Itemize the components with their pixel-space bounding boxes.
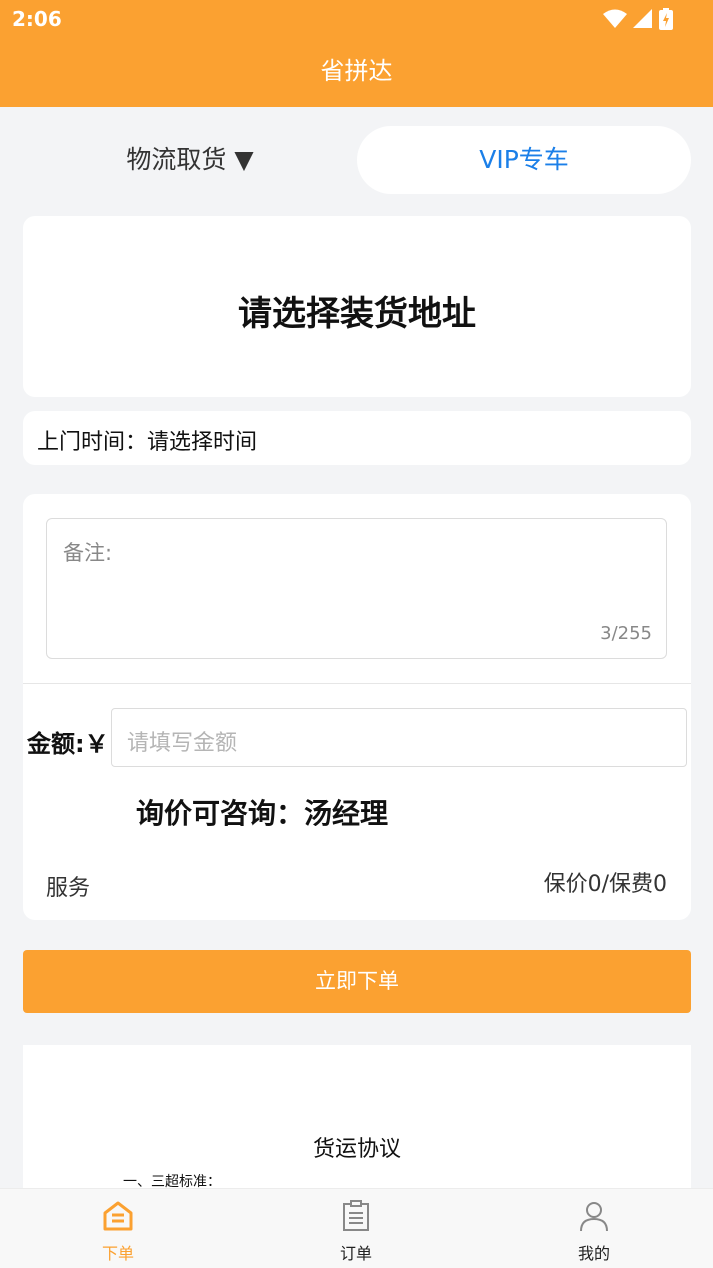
bottom-nav: 下单 订单 我的: [0, 1188, 713, 1268]
address-card[interactable]: 请选择装货地址: [23, 216, 691, 397]
nav-label-order: 下单: [101, 1244, 134, 1263]
amount-input[interactable]: 请填写金额: [111, 708, 687, 767]
status-time: 2:06: [12, 7, 62, 31]
nav-label-mine: 我的: [577, 1244, 610, 1263]
nav-label-orders: 订单: [339, 1244, 372, 1263]
user-icon: [580, 1202, 608, 1232]
nav-item-order[interactable]: 下单: [58, 1189, 178, 1268]
amount-placeholder: 请填写金额: [127, 731, 238, 756]
tab-switch: 物流取货 ▼ VIP专车: [23, 126, 691, 194]
remark-textarea[interactable]: 备注: 3/255: [46, 518, 667, 659]
inquiry-contact-text: 询价可咨询：汤经理: [136, 797, 389, 826]
freight-agreement: 货运协议 一、三超标准：: [23, 1045, 691, 1205]
service-label: 服务: [46, 876, 91, 901]
remark-placeholder: 备注:: [63, 541, 113, 565]
status-icons: [603, 8, 673, 30]
pickup-time-selector[interactable]: 上门时间：请选择时间: [37, 424, 257, 456]
insurance-fee-text[interactable]: 保价0/保费0: [544, 866, 667, 898]
remark-char-count: 3/255: [600, 623, 652, 644]
pickup-time-card[interactable]: 上门时间：请选择时间: [23, 411, 691, 465]
amount-label: 金额:￥: [27, 730, 109, 758]
nav-item-mine[interactable]: 我的: [534, 1189, 654, 1268]
tab-logistics-pickup[interactable]: 物流取货 ▼: [23, 126, 357, 194]
app-header: 省拼达: [0, 38, 713, 107]
divider: [23, 683, 691, 684]
agreement-title: 货运协议: [312, 1137, 401, 1162]
home-icon: [103, 1201, 133, 1231]
nav-item-orders[interactable]: 订单: [296, 1189, 416, 1268]
clipboard-icon: [343, 1200, 369, 1231]
battery-icon: [659, 8, 673, 30]
wifi-icon: [603, 9, 627, 28]
page-title: 省拼达: [320, 57, 393, 85]
address-select-title[interactable]: 请选择装货地址: [23, 286, 691, 335]
place-order-button[interactable]: 立即下单: [23, 950, 691, 1013]
tab-vip-car[interactable]: VIP专车: [357, 126, 691, 194]
signal-icon: [633, 9, 652, 28]
order-form-card: 备注: 3/255 金额:￥ 请填写金额 询价可咨询：汤经理 服务 保价0/保费…: [23, 494, 691, 920]
status-bar: 2:06: [0, 0, 713, 38]
